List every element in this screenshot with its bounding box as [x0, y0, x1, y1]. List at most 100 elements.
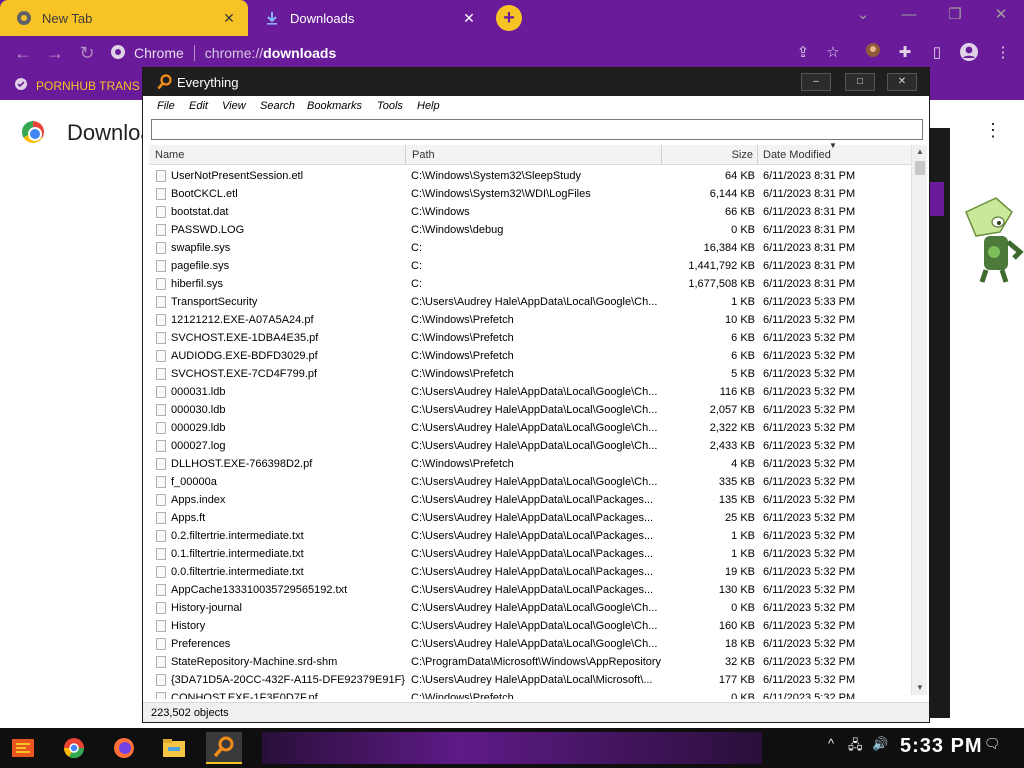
forward-icon[interactable]: →: [44, 42, 66, 64]
table-row[interactable]: Preferences C:\Users\Audrey Hale\AppData\…: [149, 635, 911, 653]
table-row[interactable]: TransportSecurity C:\Users\Audrey Hale\Ap…: [149, 293, 911, 311]
table-row[interactable]: StateRepository-Machine.srd-shm C:\Progra…: [149, 653, 911, 671]
table-row[interactable]: CONHOST.EXE-1F3E0D7F.pf C:\Windows\Prefet…: [149, 689, 911, 699]
side-panel-icon[interactable]: ▯: [926, 42, 948, 64]
taskbar-firefox[interactable]: [106, 732, 142, 764]
column-path[interactable]: Path: [412, 149, 435, 161]
address-bar[interactable]: Chrome chrome://downloads: [110, 40, 740, 66]
file-date: 6/11/2023 5:32 PM: [763, 674, 856, 686]
table-row[interactable]: bootstat.dat C:\Windows 66 KB 6/11/2023 8:3…: [149, 203, 911, 221]
everything-titlebar[interactable]: Everything – □ ✕: [143, 68, 929, 96]
table-row[interactable]: AUDIODG.EXE-BDFD3029.pf C:\Windows\Prefet…: [149, 347, 911, 365]
table-row[interactable]: 000027.log C:\Users\Audrey Hale\AppData\L…: [149, 437, 911, 455]
close-window-icon[interactable]: ✕: [978, 0, 1024, 30]
chevron-up-icon[interactable]: ^: [828, 736, 834, 751]
volume-icon[interactable]: 🔊: [872, 736, 888, 752]
file-name: 000027.log: [171, 440, 226, 452]
taskbar-chrome[interactable]: [56, 732, 92, 764]
tab-downloads[interactable]: Downloads ✕: [248, 0, 488, 36]
extension-avatar-icon[interactable]: [862, 42, 884, 64]
close-icon[interactable]: ✕: [218, 10, 240, 27]
close-icon[interactable]: ✕: [887, 73, 917, 91]
column-date-modified[interactable]: Date Modified: [763, 149, 831, 161]
menu-help[interactable]: Help: [417, 100, 440, 112]
bookmark-item[interactable]: PORNHUB TRANS: [14, 77, 140, 94]
file-icon: [156, 656, 166, 668]
column-size[interactable]: Size: [669, 149, 753, 161]
table-row[interactable]: pagefile.sys C: 1,441,792 KB 6/11/2023 8:31…: [149, 257, 911, 275]
table-row[interactable]: DLLHOST.EXE-766398D2.pf C:\Windows\Prefet…: [149, 455, 911, 473]
scroll-down-icon[interactable]: ▼: [912, 681, 928, 695]
maximize-icon[interactable]: □: [845, 73, 875, 91]
scrollbar-thumb[interactable]: [915, 161, 925, 175]
restore-icon[interactable]: ❐: [932, 0, 978, 30]
table-row[interactable]: Apps.index C:\Users\Audrey Hale\AppData\L…: [149, 491, 911, 509]
table-row[interactable]: f_00000a C:\Users\Audrey Hale\AppData\Loc…: [149, 473, 911, 491]
table-row[interactable]: hiberfil.sys C: 1,677,508 KB 6/11/2023 8:31…: [149, 275, 911, 293]
table-row[interactable]: PASSWD.LOG C:\Windows\debug 0 KB 6/11/2023 …: [149, 221, 911, 239]
menu-tools[interactable]: Tools: [377, 100, 403, 112]
new-tab-button[interactable]: +: [496, 5, 522, 31]
bookmark-label: PORNHUB TRANS: [36, 78, 140, 93]
table-row[interactable]: History C:\Users\Audrey Hale\AppData\Loca…: [149, 617, 911, 635]
file-path: C:\Users\Audrey Hale\AppData\Local\Packa…: [411, 494, 654, 506]
minimize-icon[interactable]: –: [801, 73, 831, 91]
start-logo-icon: [12, 739, 34, 757]
chrome-menu-icon[interactable]: ⋮: [992, 42, 1014, 64]
start-button[interactable]: [6, 732, 42, 764]
table-row[interactable]: 0.0.filtertrie.intermediate.txt C:\Users\…: [149, 563, 911, 581]
taskbar-file-explorer[interactable]: [156, 732, 192, 764]
tab-search-icon[interactable]: ⌄: [840, 0, 886, 30]
table-row[interactable]: SVCHOST.EXE-7CD4F799.pf C:\Windows\Prefet…: [149, 365, 911, 383]
back-icon[interactable]: ←: [12, 42, 34, 64]
taskbar-clock[interactable]: 5:33 PM: [900, 735, 983, 758]
chrome-icon: [16, 10, 32, 26]
column-name[interactable]: Name: [155, 149, 184, 161]
notification-icon[interactable]: 🗨: [984, 736, 1001, 752]
column-divider[interactable]: [757, 145, 758, 165]
menu-search[interactable]: Search: [260, 100, 295, 112]
scroll-up-icon[interactable]: ▲: [912, 145, 928, 159]
table-row[interactable]: Apps.ft C:\Users\Audrey Hale\AppData\Loca…: [149, 509, 911, 527]
taskbar-everything[interactable]: [206, 732, 242, 764]
column-divider[interactable]: [405, 145, 406, 165]
reload-icon[interactable]: ↻: [76, 42, 98, 64]
puzzle-icon[interactable]: ✚: [894, 42, 916, 64]
tab-new-tab[interactable]: New Tab ✕: [0, 0, 248, 36]
file-date: 6/11/2023 8:31 PM: [763, 260, 856, 272]
table-row[interactable]: AppCache133310035729565192.txt C:\Users\A…: [149, 581, 911, 599]
table-row[interactable]: 000030.ldb C:\Users\Audrey Hale\AppData\L…: [149, 401, 911, 419]
column-divider[interactable]: [661, 145, 662, 165]
table-row[interactable]: 000029.ldb C:\Users\Audrey Hale\AppData\L…: [149, 419, 911, 437]
page-more-icon[interactable]: ⋮: [984, 120, 1002, 141]
menu-view[interactable]: View: [222, 100, 246, 112]
chrome-icon: [63, 738, 85, 759]
profile-icon[interactable]: [958, 42, 980, 64]
table-row[interactable]: BootCKCL.etl C:\Windows\System32\WDI\LogF…: [149, 185, 911, 203]
table-row[interactable]: UserNotPresentSession.etl C:\Windows\Syst…: [149, 167, 911, 185]
table-row[interactable]: History-journal C:\Users\Audrey Hale\AppD…: [149, 599, 911, 617]
star-icon[interactable]: ☆: [822, 42, 844, 64]
vertical-scrollbar[interactable]: ▲ ▼: [911, 145, 927, 695]
close-icon[interactable]: ✕: [458, 10, 480, 27]
menu-file[interactable]: File: [157, 100, 175, 112]
table-row[interactable]: 0.2.filtertrie.intermediate.txt C:\Users\…: [149, 527, 911, 545]
table-row[interactable]: swapfile.sys C: 16,384 KB 6/11/2023 8:31 PM: [149, 239, 911, 257]
file-size: 0 KB: [731, 224, 755, 236]
menu-edit[interactable]: Edit: [189, 100, 208, 112]
search-input[interactable]: [151, 119, 923, 140]
background-window-edge: [930, 128, 950, 718]
share-icon[interactable]: ⇪: [792, 42, 814, 64]
minimize-icon[interactable]: —: [886, 0, 932, 30]
table-row[interactable]: {3DA71D5A-20CC-432F-A115-DFE92379E91F}..…: [149, 671, 911, 689]
file-size: 1 KB: [731, 548, 755, 560]
file-name: AUDIODG.EXE-BDFD3029.pf: [171, 350, 318, 362]
file-size: 160 KB: [718, 620, 755, 632]
menu-bookmarks[interactable]: Bookmarks: [307, 100, 362, 112]
table-row[interactable]: SVCHOST.EXE-1DBA4E35.pf C:\Windows\Prefet…: [149, 329, 911, 347]
table-row[interactable]: 0.1.filtertrie.intermediate.txt C:\Users\…: [149, 545, 911, 563]
network-icon[interactable]: 🖧: [848, 736, 863, 758]
table-row[interactable]: 000031.ldb C:\Users\Audrey Hale\AppData\L…: [149, 383, 911, 401]
file-date: 6/11/2023 8:31 PM: [763, 278, 856, 290]
table-row[interactable]: 12121212.EXE-A07A5A24.pf C:\Windows\Prefe…: [149, 311, 911, 329]
